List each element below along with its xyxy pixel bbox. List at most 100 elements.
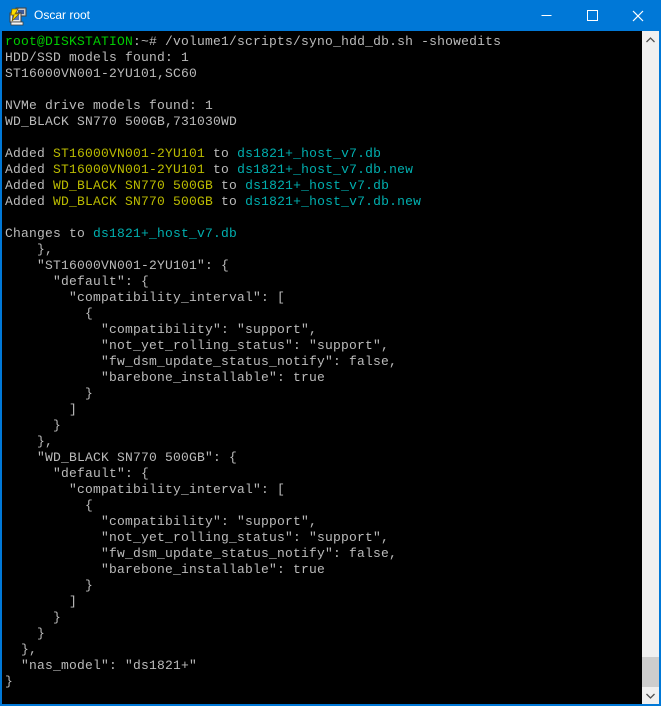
terminal-text-segment: root@DISKSTATION bbox=[5, 34, 133, 49]
scrollbar-track[interactable] bbox=[642, 48, 659, 687]
terminal-text-segment: "fw_dsm_update_status_notify": false, bbox=[5, 546, 397, 561]
terminal-text-segment: "nas_model": "ds1821+" bbox=[5, 658, 197, 673]
terminal-text-segment: ST16000VN001-2YU101,SC60 bbox=[5, 66, 197, 81]
terminal-line: "compatibility_interval": [ bbox=[5, 482, 642, 498]
terminal-line: } bbox=[5, 674, 642, 690]
terminal-text-segment: to bbox=[205, 146, 237, 161]
terminal-text-segment: }, bbox=[5, 242, 53, 257]
terminal-line bbox=[5, 130, 642, 146]
terminal-text-segment: } bbox=[5, 578, 93, 593]
terminal-line: { bbox=[5, 306, 642, 322]
terminal-text-segment: }, bbox=[5, 642, 37, 657]
putty-app-icon bbox=[8, 6, 28, 26]
terminal-text-segment: ds1821+_host_v7.db bbox=[237, 146, 381, 161]
close-icon bbox=[632, 10, 644, 22]
terminal-text-segment: Changes to bbox=[5, 226, 93, 241]
terminal-line: ] bbox=[5, 594, 642, 610]
terminal-line: "ST16000VN001-2YU101": { bbox=[5, 258, 642, 274]
terminal-text-segment: }, bbox=[5, 434, 53, 449]
terminal-line: "nas_model": "ds1821+" bbox=[5, 658, 642, 674]
terminal-line: "WD_BLACK SN770 500GB": { bbox=[5, 450, 642, 466]
terminal-text-segment: ds1821+_host_v7.db bbox=[245, 178, 389, 193]
terminal-line: "barebone_installable": true bbox=[5, 562, 642, 578]
terminal-line: Added WD_BLACK SN770 500GB to ds1821+_ho… bbox=[5, 178, 642, 194]
terminal-line: "not_yet_rolling_status": "support", bbox=[5, 530, 642, 546]
terminal-text-segment: :~# /volume1/scripts/syno_hdd_db.sh -sho… bbox=[133, 34, 501, 49]
terminal-text-segment: WD_BLACK SN770 500GB bbox=[53, 178, 213, 193]
terminal-line: } bbox=[5, 626, 642, 642]
terminal-line: Changes to ds1821+_host_v7.db bbox=[5, 226, 642, 242]
terminal-text-segment: "compatibility_interval": [ bbox=[5, 290, 285, 305]
close-button[interactable] bbox=[615, 0, 661, 31]
terminal-line: "compatibility": "support", bbox=[5, 322, 642, 338]
terminal-text-segment: "not_yet_rolling_status": "support", bbox=[5, 338, 389, 353]
terminal-text-segment: ] bbox=[5, 594, 77, 609]
maximize-icon bbox=[587, 10, 598, 21]
terminal-line: }, bbox=[5, 642, 642, 658]
terminal-text-segment: Added bbox=[5, 162, 53, 177]
terminal-line: NVMe drive models found: 1 bbox=[5, 98, 642, 114]
terminal-line: "barebone_installable": true bbox=[5, 370, 642, 386]
terminal-line: } bbox=[5, 610, 642, 626]
terminal-text-segment: Added bbox=[5, 194, 53, 209]
chevron-down-icon bbox=[646, 693, 655, 699]
terminal-text-segment: { bbox=[5, 306, 93, 321]
terminal-text-segment: ds1821+_host_v7.db bbox=[93, 226, 237, 241]
terminal-text-segment: NVMe drive models found: 1 bbox=[5, 98, 213, 113]
terminal-text-segment: "compatibility_interval": [ bbox=[5, 482, 285, 497]
terminal-text-segment: ] bbox=[5, 402, 77, 417]
scrollbar-up-button[interactable] bbox=[642, 31, 659, 48]
terminal-text-segment: { bbox=[5, 498, 93, 513]
terminal-text-segment: ds1821+_host_v7.db.new bbox=[245, 194, 421, 209]
terminal-line: "fw_dsm_update_status_notify": false, bbox=[5, 354, 642, 370]
terminal-text-segment: } bbox=[5, 610, 61, 625]
terminal-line: }, bbox=[5, 434, 642, 450]
terminal-text-segment: "fw_dsm_update_status_notify": false, bbox=[5, 354, 397, 369]
terminal-line: "compatibility_interval": [ bbox=[5, 290, 642, 306]
terminal-text-segment: HDD/SSD models found: 1 bbox=[5, 50, 189, 65]
terminal-text-segment: WD_BLACK SN770 500GB,731030WD bbox=[5, 114, 237, 129]
scrollbar-thumb[interactable] bbox=[642, 657, 659, 687]
terminal-text-segment: "compatibility": "support", bbox=[5, 514, 317, 529]
minimize-button[interactable] bbox=[523, 0, 569, 31]
terminal-line: Added WD_BLACK SN770 500GB to ds1821+_ho… bbox=[5, 194, 642, 210]
terminal-line bbox=[5, 210, 642, 226]
terminal-output[interactable]: root@DISKSTATION:~# /volume1/scripts/syn… bbox=[2, 31, 642, 704]
terminal-line: "compatibility": "support", bbox=[5, 514, 642, 530]
terminal-text-segment: } bbox=[5, 418, 61, 433]
terminal-text-segment: } bbox=[5, 626, 45, 641]
terminal-text-segment: "WD_BLACK SN770 500GB": { bbox=[5, 450, 237, 465]
terminal-text-segment: } bbox=[5, 674, 13, 689]
terminal-text-segment: ST16000VN001-2YU101 bbox=[53, 146, 205, 161]
terminal-line bbox=[5, 82, 642, 98]
terminal-line: WD_BLACK SN770 500GB,731030WD bbox=[5, 114, 642, 130]
terminal-line: "not_yet_rolling_status": "support", bbox=[5, 338, 642, 354]
minimize-icon bbox=[541, 10, 552, 21]
titlebar[interactable]: Oscar root bbox=[0, 0, 661, 31]
terminal-line: }, bbox=[5, 242, 642, 258]
terminal-line: ] bbox=[5, 402, 642, 418]
terminal-line: { bbox=[5, 498, 642, 514]
terminal-line: } bbox=[5, 386, 642, 402]
chevron-up-icon bbox=[646, 37, 655, 43]
terminal-text-segment: to bbox=[213, 194, 245, 209]
terminal-text-segment: ST16000VN001-2YU101 bbox=[53, 162, 205, 177]
terminal-text-segment: ds1821+_host_v7.db.new bbox=[237, 162, 413, 177]
caption-buttons bbox=[523, 0, 661, 31]
terminal-line: "default": { bbox=[5, 466, 642, 482]
terminal-line: } bbox=[5, 418, 642, 434]
terminal-text-segment: "compatibility": "support", bbox=[5, 322, 317, 337]
terminal-text-segment: "not_yet_rolling_status": "support", bbox=[5, 530, 389, 545]
terminal-text-segment: to bbox=[205, 162, 237, 177]
scrollbar-down-button[interactable] bbox=[642, 687, 659, 704]
scrollbar[interactable] bbox=[642, 31, 659, 704]
terminal-line: } bbox=[5, 578, 642, 594]
maximize-button[interactable] bbox=[569, 0, 615, 31]
terminal-text-segment: to bbox=[213, 178, 245, 193]
terminal-text-segment: } bbox=[5, 386, 93, 401]
terminal-line: HDD/SSD models found: 1 bbox=[5, 50, 642, 66]
terminal-text-segment: "default": { bbox=[5, 466, 149, 481]
terminal-line: "fw_dsm_update_status_notify": false, bbox=[5, 546, 642, 562]
terminal-line: "default": { bbox=[5, 274, 642, 290]
putty-window: Oscar root root@DISKSTATION:~# /volume1/… bbox=[0, 0, 661, 706]
